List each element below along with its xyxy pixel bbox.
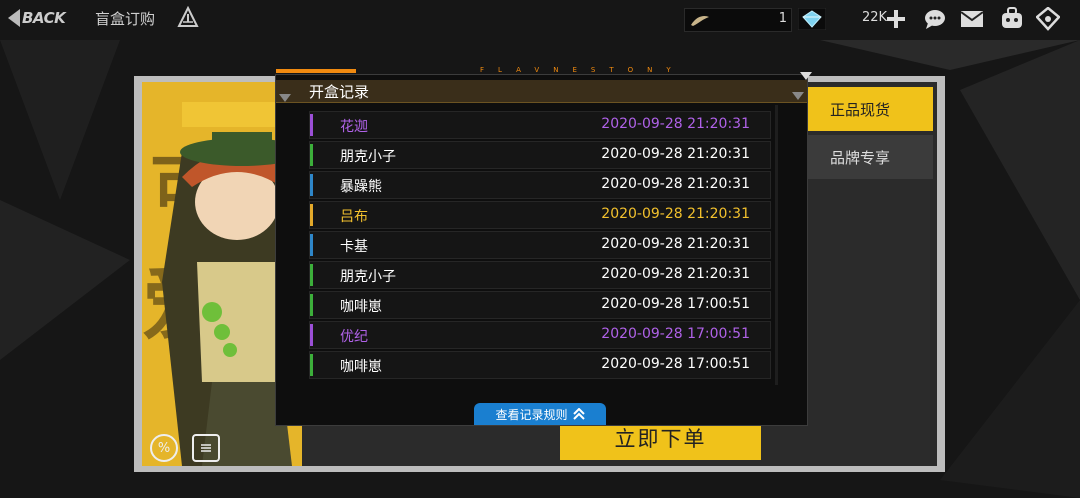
mail-icon[interactable]: [960, 9, 984, 29]
record-row: 优纪 2020-09-28 17:00:51: [309, 321, 771, 349]
home-icon[interactable]: [1036, 7, 1060, 31]
gem-count: 22K: [862, 10, 888, 25]
view-rules-button[interactable]: 查看记录规则: [474, 403, 606, 425]
record-time: 2020-09-28 21:20:31: [601, 176, 750, 192]
record-time: 2020-09-28 21:20:31: [601, 116, 750, 132]
close-triangle-icon[interactable]: [800, 72, 812, 80]
record-list[interactable]: 花迦 2020-09-28 21:20:31 朋克小子 2020-09-28 21:2…: [309, 111, 771, 384]
backpack-icon[interactable]: [1000, 7, 1024, 29]
modal-title: 开盒记录: [309, 83, 370, 101]
record-name: 咖啡崽: [340, 359, 382, 375]
rarity-bar: [310, 324, 313, 346]
record-time: 2020-09-28 21:20:31: [601, 266, 750, 282]
modal-header: 开盒记录: [276, 80, 807, 103]
rarity-bar: [310, 204, 313, 226]
record-name: 朋克小子: [340, 149, 396, 165]
record-time: 2020-09-28 21:20:31: [601, 236, 750, 252]
view-rules-label: 查看记录规则: [495, 407, 568, 422]
record-time: 2020-09-28 17:00:51: [601, 296, 750, 312]
record-time: 2020-09-28 21:20:31: [601, 206, 750, 222]
open-box-record-modal: FLAVNESTONY 开盒记录 花迦 2020-09-28 21:20:31 朋克…: [275, 66, 812, 426]
list-scrollbar[interactable]: [775, 105, 778, 385]
feather-icon: [691, 15, 709, 26]
rarity-bar: [310, 144, 313, 166]
record-row: 暴躁熊 2020-09-28 21:20:31: [309, 171, 771, 199]
record-row: 咖啡崽 2020-09-28 17:00:51: [309, 351, 771, 379]
record-row: 卡基 2020-09-28 21:20:31: [309, 231, 771, 259]
genuine-stock-button[interactable]: 正品现货: [787, 87, 933, 131]
rarity-bar: [310, 234, 313, 256]
page-title: 盲盒订购: [95, 10, 156, 28]
record-time: 2020-09-28 17:00:51: [601, 356, 750, 372]
percent-icon[interactable]: %: [150, 434, 178, 462]
pyramid-icon[interactable]: [177, 6, 199, 28]
document-icon[interactable]: [192, 434, 220, 462]
chat-icon[interactable]: [924, 8, 946, 30]
resource-counter: 1: [684, 8, 792, 32]
record-name: 咖啡崽: [340, 299, 382, 315]
back-arrow-icon: [8, 9, 20, 27]
record-row: 吕布 2020-09-28 21:20:31: [309, 201, 771, 229]
rarity-bar: [310, 294, 313, 316]
diamond-icon: [798, 8, 826, 30]
record-name: 优纪: [340, 329, 368, 345]
corner-triangle-icon: [279, 94, 291, 102]
record-time: 2020-09-28 21:20:31: [601, 146, 750, 162]
corner-triangle-icon: [792, 92, 804, 100]
record-row: 咖啡崽 2020-09-28 17:00:51: [309, 291, 771, 319]
plus-icon[interactable]: [886, 9, 906, 29]
record-name: 暴躁熊: [340, 179, 382, 195]
top-bar: BACK 盲盒订购 1 22K: [0, 0, 1080, 38]
resource-value: 1: [778, 11, 787, 26]
rarity-bar: [310, 264, 313, 286]
double-chevron-up-icon: [572, 408, 585, 420]
record-time: 2020-09-28 17:00:51: [601, 326, 750, 342]
modal-deco-text: FLAVNESTONY: [480, 66, 685, 74]
record-name: 吕布: [340, 209, 368, 225]
rarity-bar: [310, 354, 313, 376]
modal-accent-line: [276, 69, 356, 73]
record-name: 花迦: [340, 119, 368, 135]
record-name: 朋克小子: [340, 269, 396, 285]
record-name: 卡基: [340, 239, 368, 255]
record-row: 花迦 2020-09-28 21:20:31: [309, 111, 771, 139]
brand-exclusive-button[interactable]: 品牌专享: [787, 135, 933, 179]
back-label: BACK: [22, 9, 66, 27]
record-row: 朋克小子 2020-09-28 21:20:31: [309, 141, 771, 169]
rarity-bar: [310, 174, 313, 196]
back-button[interactable]: BACK: [8, 8, 66, 28]
record-row: 朋克小子 2020-09-28 21:20:31: [309, 261, 771, 289]
rarity-bar: [310, 114, 313, 136]
